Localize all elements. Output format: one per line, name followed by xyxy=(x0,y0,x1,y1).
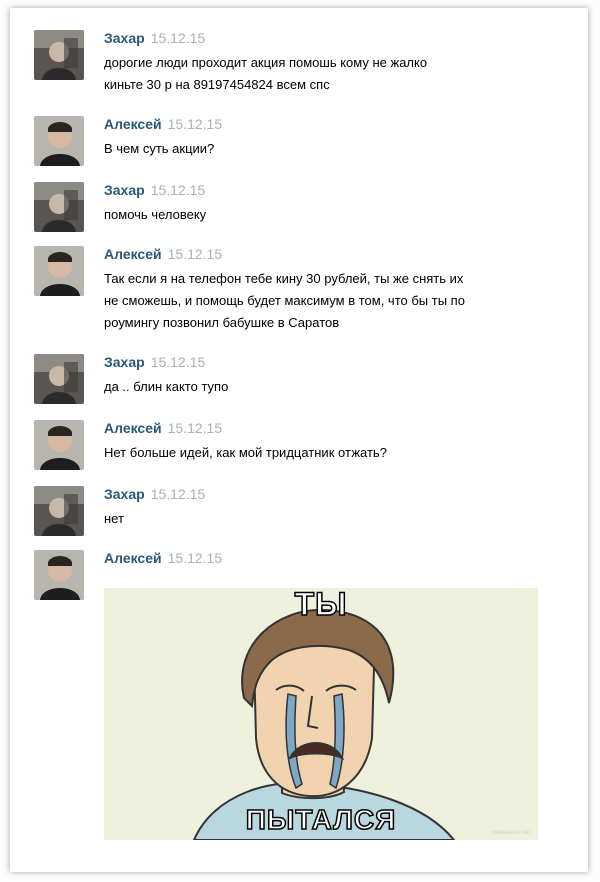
message-date: 15.12.15 xyxy=(150,30,206,46)
author-name[interactable]: Захар xyxy=(104,486,145,502)
message-header: Захар 15.12.15 xyxy=(104,30,205,50)
message-line: киньте 30 р на 89197454824 всем спс xyxy=(104,77,330,92)
message-date: 15.12.15 xyxy=(167,420,223,436)
avatar-aleksei[interactable] xyxy=(34,550,84,600)
message-text: Нет больше идей, как мой тридцатник отжа… xyxy=(104,442,504,464)
message-line: Нет больше идей, как мой тридцатник отжа… xyxy=(104,445,387,460)
avatar-zakhar[interactable] xyxy=(34,182,84,232)
message-header: Алексей 15.12.15 xyxy=(104,420,222,440)
avatar-zakhar[interactable] xyxy=(34,354,84,404)
author-name[interactable]: Захар xyxy=(104,354,145,370)
message-date: 15.12.15 xyxy=(150,182,206,198)
message-text: нет xyxy=(104,508,504,530)
message-header: Захар 15.12.15 xyxy=(104,354,205,374)
message-line: дорогие люди проходит акция помошь кому … xyxy=(104,55,428,70)
meme-image-attachment[interactable]: ТЫ ПЫТАЛСЯ memesmix.net xyxy=(104,588,538,840)
meme-bottom-caption: ПЫТАЛСЯ xyxy=(245,803,397,836)
message-line: роумингу позвонил бабушке в Саратов xyxy=(104,315,340,330)
avatar-aleksei[interactable] xyxy=(34,420,84,470)
author-name[interactable]: Алексей xyxy=(104,116,162,132)
avatar-zakhar[interactable] xyxy=(34,30,84,80)
crying-face-illustration xyxy=(104,588,538,840)
message-date: 15.12.15 xyxy=(150,354,206,370)
author-name[interactable]: Алексей xyxy=(104,246,162,262)
message-header: Алексей 15.12.15 xyxy=(104,116,222,136)
message-date: 15.12.15 xyxy=(167,550,223,566)
message-line: нет xyxy=(104,511,124,526)
avatar-zakhar[interactable] xyxy=(34,486,84,536)
avatar-aleksei[interactable] xyxy=(34,116,84,166)
message-header: Захар 15.12.15 xyxy=(104,182,205,202)
meme-top-caption: ТЫ xyxy=(294,588,348,623)
meme-watermark: memesmix.net xyxy=(490,830,530,836)
message-line: В чем суть акции? xyxy=(104,141,215,156)
message-text: помочь человеку xyxy=(104,204,504,226)
author-name[interactable]: Захар xyxy=(104,30,145,46)
message-text: да .. блин както тупо xyxy=(104,376,504,398)
message-date: 15.12.15 xyxy=(167,246,223,262)
author-name[interactable]: Алексей xyxy=(104,550,162,566)
message-date: 15.12.15 xyxy=(150,486,206,502)
message-line: да .. блин както тупо xyxy=(104,379,229,394)
message-header: Алексей 15.12.15 xyxy=(104,246,222,266)
message-header: Захар 15.12.15 xyxy=(104,486,205,506)
conversation-panel: Захар 15.12.15 дорогие люди проходит акци… xyxy=(10,8,588,872)
message-text: дорогие люди проходит акция помошь кому … xyxy=(104,52,504,96)
avatar-aleksei[interactable] xyxy=(34,246,84,296)
message-text: В чем суть акции? xyxy=(104,138,504,160)
message-date: 15.12.15 xyxy=(167,116,223,132)
message-text: Так если я на телефон тебе кину 30 рубле… xyxy=(104,268,564,334)
message-line: Так если я на телефон тебе кину 30 рубле… xyxy=(104,271,464,286)
author-name[interactable]: Захар xyxy=(104,182,145,198)
message-header: Алексей 15.12.15 xyxy=(104,550,222,570)
message-line: помочь человеку xyxy=(104,207,207,222)
author-name[interactable]: Алексей xyxy=(104,420,162,436)
message-line: не сможешь, и помощь будет максимум в то… xyxy=(104,293,465,308)
